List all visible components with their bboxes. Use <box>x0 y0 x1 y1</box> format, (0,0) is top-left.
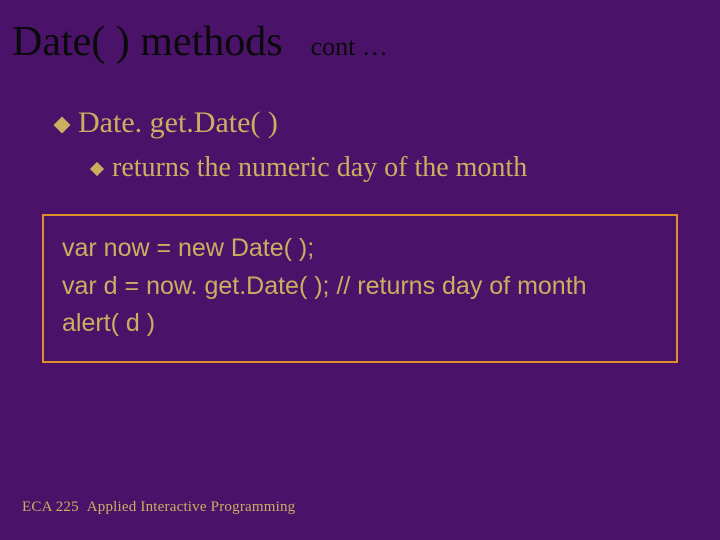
slide-title: Date( ) methods <box>12 18 283 66</box>
diamond-bullet-icon <box>54 117 71 134</box>
course-title: Applied Interactive Programming <box>87 499 296 515</box>
course-code: ECA 225 <box>22 499 79 515</box>
bullet-level-1-text: Date. get.Date( ) <box>78 106 278 140</box>
slide: Date( ) methods cont … Date. get.Date( )… <box>0 0 720 540</box>
slide-continuation: cont … <box>311 32 388 62</box>
code-example-box: var now = new Date( ); var d = now. get.… <box>42 214 678 363</box>
code-line: alert( d ) <box>62 305 658 343</box>
code-line: var d = now. get.Date( ); // returns day… <box>62 268 658 306</box>
title-row: Date( ) methods cont … <box>12 18 700 66</box>
bullet-level-2-text: returns the numeric day of the month <box>112 152 527 184</box>
bullet-level-2: returns the numeric day of the month <box>92 152 700 184</box>
bullet-level-1: Date. get.Date( ) <box>56 106 700 140</box>
slide-footer: ECA 225 Applied Interactive Programming <box>22 499 295 516</box>
diamond-bullet-icon <box>90 162 104 176</box>
code-line: var now = new Date( ); <box>62 230 658 268</box>
